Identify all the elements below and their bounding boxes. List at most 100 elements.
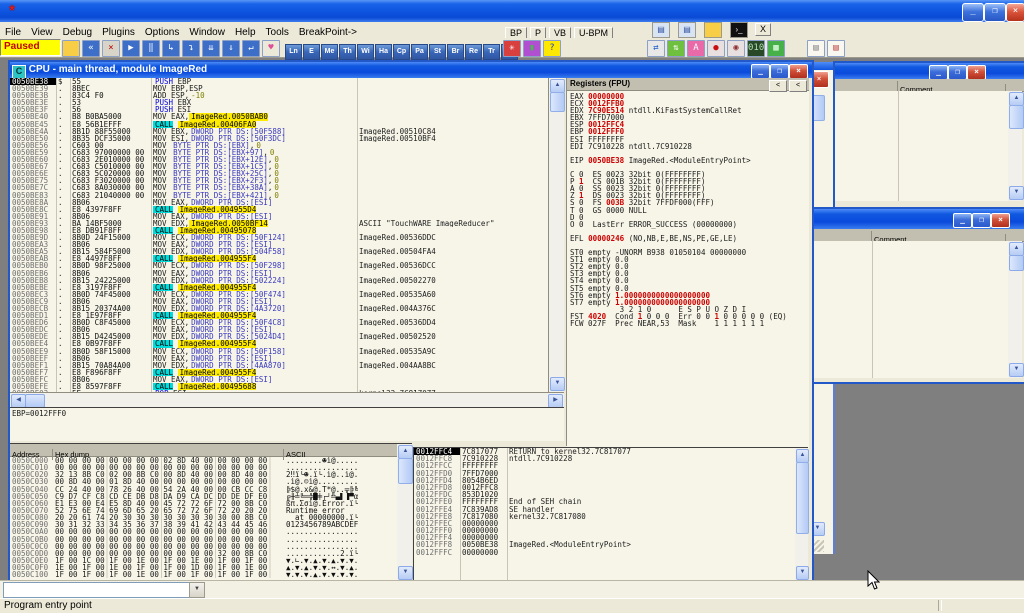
side-middle-titlebar[interactable]: _❐×	[814, 209, 1024, 229]
side-top-scroll-thumb[interactable]	[1009, 105, 1024, 129]
side-top-close-button[interactable]: ×	[967, 65, 986, 80]
stack-row[interactable]: 0012FFE47C839AD8SE handler	[414, 506, 796, 513]
disasm-row[interactable]: 0050BEDE.8B15 D4245000MOV EDX,DWORD PTR …	[10, 333, 548, 340]
dump-rows[interactable]: 0050C00000 00 00 00 00 00 00 00 02 8D 40…	[10, 457, 397, 582]
run-icon[interactable]: ▶	[122, 40, 140, 57]
side-top-scrollbar[interactable]: ▲ ▼	[1008, 91, 1022, 201]
options-gear-icon[interactable]: ✳	[503, 40, 521, 57]
disasm-row[interactable]: 0050BE50.8B35 DCF35000MOV ESI,DWORD PTR …	[10, 135, 548, 142]
side-window-top-titlebar[interactable]: _❐×	[835, 63, 1024, 79]
side-middle-scroll-down[interactable]: ▼	[1009, 363, 1024, 377]
disassembly-pane[interactable]: 0050BE38$55PUSH EBP0050BE39.8BECMOV EBP,…	[10, 78, 549, 392]
dump-scroll-up[interactable]: ▲	[398, 445, 413, 459]
stack-scroll-up[interactable]: ▲	[796, 449, 809, 463]
stack-row[interactable]: 0012FFF000000000	[414, 527, 796, 534]
disasm-scroll-right[interactable]: ▶	[548, 394, 563, 408]
maximize-button[interactable]: ❐	[984, 3, 1006, 22]
updown-icon[interactable]: ⇅	[667, 40, 685, 57]
toolbar-Re-button[interactable]: Re	[465, 44, 482, 60]
plugin-console-icon[interactable]: ›_	[730, 22, 748, 38]
stack-row[interactable]: 0012FFD48054B6ED	[414, 477, 796, 484]
side-top-minimize-button[interactable]: _	[929, 65, 948, 80]
side-middle-scrollbar[interactable]: ▲ ▼	[1008, 241, 1022, 378]
dump-row[interactable]: 0050C01000 00 00 00 00 00 00 00 00 00 00…	[10, 464, 397, 471]
toolbar-Wi-button[interactable]: Wi	[357, 44, 374, 60]
disasm-row[interactable]: 0050BED1.E8 1E97F8FFCALL ImageRed.004955…	[10, 312, 548, 319]
disasm-scrollbar[interactable]: ▲ ▼	[549, 78, 564, 392]
stack-row[interactable]: 0012FFDC853D1020	[414, 491, 796, 498]
menu-view[interactable]: View	[26, 25, 58, 38]
dump-row[interactable]: 0050C060E1 E3 00 E4 E5 8D 40 00 45 72 72…	[10, 500, 397, 507]
stack-row[interactable]: 0012FFCCFFFFFFFF	[414, 462, 796, 469]
register-line[interactable]: EIP 0050BE38 ImageRed.<ModuleEntryPoint>	[570, 157, 809, 164]
register-line[interactable]: FCW 027F Prec NEAR,53 Mask 1 1 1 1 1 1	[570, 320, 809, 327]
menu-window[interactable]: Window	[184, 25, 230, 38]
menu-tools[interactable]: Tools	[261, 25, 294, 38]
toolbar-Ln-button[interactable]: Ln	[285, 44, 302, 60]
registers-collapse-button[interactable]: <	[789, 80, 807, 92]
dump-row[interactable]: 0050C09030 31 32 33 34 35 36 37 38 39 41…	[10, 521, 397, 528]
dump-row[interactable]: 0050C07052 75 6E 74 69 6D 65 20 65 72 72…	[10, 507, 397, 514]
stack-pane[interactable]: 0012FFC47C817077RETURN to kernel32.7C817…	[413, 447, 796, 581]
disasm-row[interactable]: 0050BE3E.53PUSH EBX	[10, 99, 548, 106]
stack-scrollbar[interactable]: ▲ ▼	[795, 447, 808, 581]
side-middle-maximize-button[interactable]: ❐	[972, 213, 991, 228]
stack-row[interactable]: 0012FFE0FFFFFFFFEnd of SEH chain	[414, 498, 796, 505]
disasm-hscrollbar[interactable]: ◀ ▶	[10, 392, 564, 407]
close-program-icon[interactable]: ×	[102, 40, 120, 57]
toolbar-Pa-button[interactable]: Pa	[411, 44, 428, 60]
disasm-scroll-left[interactable]: ◀	[11, 394, 26, 408]
side-top-scroll-up[interactable]: ▲	[1009, 92, 1024, 106]
side-window-middle[interactable]: _❐× Comment ▲ ▼	[812, 207, 1024, 384]
trace-over-icon[interactable]: ⇓	[222, 40, 240, 57]
pause-icon[interactable]: ‖	[142, 40, 160, 57]
stack-row[interactable]: 0012FFFC00000000	[414, 549, 796, 556]
dump-scroll-thumb[interactable]	[398, 458, 413, 484]
open-file-icon[interactable]	[62, 40, 80, 57]
appearance-icon[interactable]: ▮	[523, 40, 541, 57]
toolbar-St-button[interactable]: St	[429, 44, 446, 60]
binary-icon[interactable]: 010	[747, 40, 765, 57]
cpu-titlebar[interactable]: C CPU - main thread, module ImageRed _❐×	[10, 62, 812, 78]
step-over-icon[interactable]: ↴	[182, 40, 200, 57]
disasm-row[interactable]: 0050BEE9.8B0D 58F15000MOV ECX,DWORD PTR …	[10, 348, 548, 355]
cpu-window[interactable]: C CPU - main thread, module ImageRed _❐×…	[8, 60, 814, 584]
command-combo-input[interactable]	[3, 582, 191, 598]
stack-row[interactable]: 0012FFF400000000	[414, 534, 796, 541]
disasm-row[interactable]: 0050BEBE.E8 3197F8FFCALL ImageRed.004955…	[10, 284, 548, 291]
menu-options[interactable]: Options	[140, 25, 184, 38]
disasm-row[interactable]: 0050BE60.C683 2E010000 00MOV BYTE PTR DS…	[10, 156, 548, 163]
dump-pane[interactable]: AddressHex dumpASCII 0050C00000 00 00 00…	[10, 443, 397, 581]
disasm-row[interactable]: 0050BEA5.8B15 584F5000MOV EDX,DWORD PTR …	[10, 248, 548, 255]
disasm-row[interactable]: 0050BE98.E8 DB91F8FFCALL ImageRed.004950…	[10, 227, 548, 234]
disasm-row[interactable]: 0050BE38$55PUSH EBP	[10, 78, 548, 85]
animate-icon[interactable]: ♥	[262, 40, 280, 57]
menu-plugins[interactable]: Plugins	[97, 25, 140, 38]
disasm-row[interactable]: 0050BE59.C683 97000000 00MOV BYTE PTR DS…	[10, 149, 548, 156]
toolbar-Cp-button[interactable]: Cp	[393, 44, 410, 60]
stack-row[interactable]: 0012FFD80012FFC8	[414, 484, 796, 491]
dump-scroll-down[interactable]: ▼	[398, 566, 413, 580]
disasm-row[interactable]: 0050BE83.C683 21040000 00MOV BYTE PTR DS…	[10, 192, 548, 199]
disasm-row[interactable]: 0050BEAB.E8 4497F8FFCALL ImageRed.004955…	[10, 255, 548, 262]
disasm-row[interactable]: 0050BE6E.C683 5C020000 00MOV BYTE PTR DS…	[10, 170, 548, 177]
side-top-content[interactable]	[835, 91, 1009, 201]
disasm-row[interactable]: 0050BE93.BA 14BF5000MOV EDX,ImageRed.005…	[10, 220, 548, 227]
side-middle-content[interactable]	[814, 241, 1008, 378]
disasm-row[interactable]: 0050BEF1.8B15 70A84A00MOV EDX,DWORD PTR …	[10, 362, 548, 369]
side-top-maximize-button[interactable]: ❐	[948, 65, 967, 80]
disasm-row[interactable]: 0050BE9D.8B0D 24F15000MOV ECX,DWORD PTR …	[10, 234, 548, 241]
trace-into-icon[interactable]: ⇊	[202, 40, 220, 57]
disasm-row[interactable]: 0050BEFC.8B06MOV EAX,DWORD PTR DS:[ESI]	[10, 376, 548, 383]
disasm-scroll-up[interactable]: ▲	[550, 79, 565, 93]
plugin-doc2-icon[interactable]: ▤	[678, 22, 696, 38]
stack-scroll-thumb[interactable]	[796, 462, 809, 534]
disasm-row[interactable]: 0050BEA3.8B06MOV EAX,DWORD PTR DS:[ESI]	[10, 241, 548, 248]
toolbar-Br-button[interactable]: Br	[447, 44, 464, 60]
combo-dropdown-button[interactable]: ▼	[189, 582, 205, 598]
spiral-icon[interactable]: ◉	[727, 40, 745, 57]
disasm-scroll-thumb[interactable]	[550, 92, 565, 112]
disasm-row[interactable]: 0050BEB6.8B06MOV EAX,DWORD PTR DS:[ESI]	[10, 270, 548, 277]
disasm-row[interactable]: 0050BED6.8B0D C8F45000MOV ECX,DWORD PTR …	[10, 319, 548, 326]
disasm-row[interactable]: 0050BEFE.E8 8597F8FFCALL ImageRed.004956…	[10, 383, 548, 390]
